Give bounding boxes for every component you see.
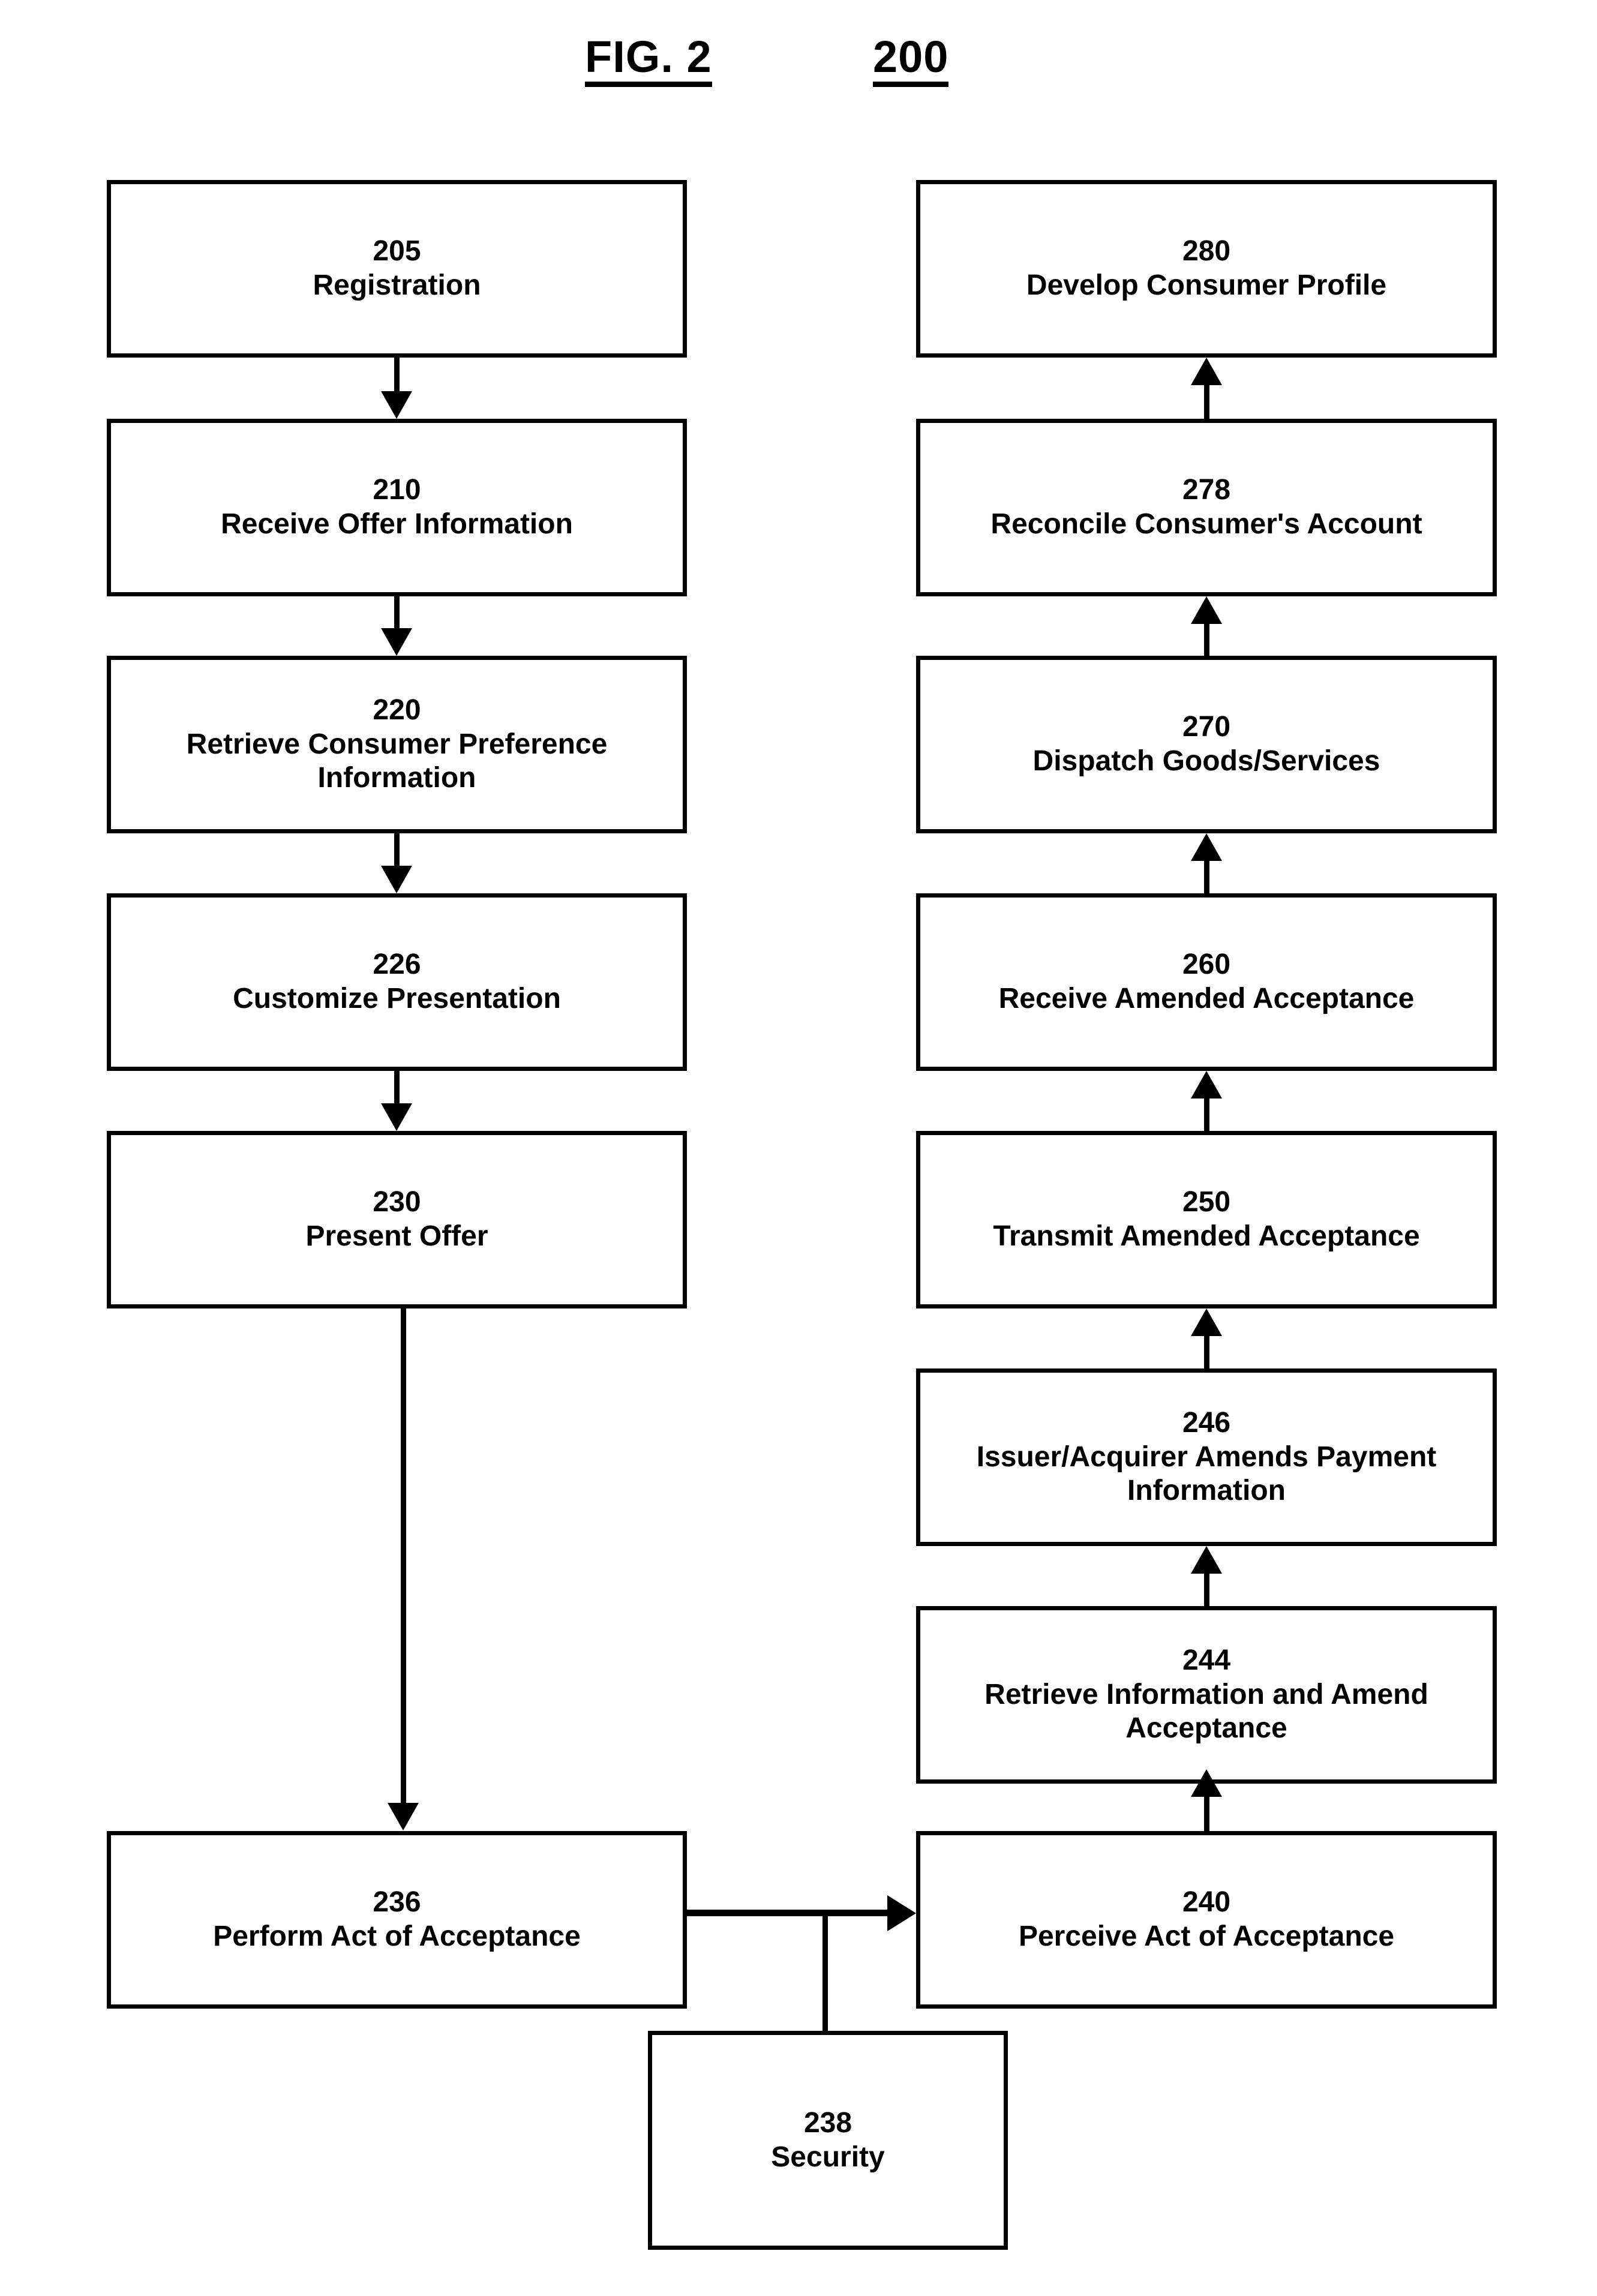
- flowchart-node-238[interactable]: 238 Security: [648, 2031, 1008, 2250]
- arrowhead-244-to-246: [1191, 1546, 1222, 1574]
- connector-205-to-210: [394, 358, 400, 395]
- node-label: Receive Amended Acceptance: [998, 983, 1415, 1015]
- node-label: Issuer/Acquirer Amends Payment Informati…: [976, 1440, 1437, 1507]
- node-number: 244: [1182, 1644, 1231, 1677]
- connector-230-to-236: [401, 1308, 406, 1805]
- connector-branch-to-238: [822, 1913, 828, 2033]
- node-label: Retrieve Information and Amend Acceptanc…: [984, 1678, 1428, 1745]
- node-label: Retrieve Consumer Preference Information: [186, 728, 608, 794]
- flowchart-node-240[interactable]: 240 Perceive Act of Acceptance: [916, 1831, 1497, 2009]
- flowchart-node-205[interactable]: 205 Registration: [107, 180, 687, 358]
- figure-title-row: FIG. 2 200: [0, 35, 1597, 101]
- node-number: 238: [803, 2106, 852, 2139]
- node-number: 205: [373, 235, 421, 268]
- arrowhead-240-to-244: [1191, 1769, 1222, 1797]
- node-number: 278: [1182, 474, 1231, 506]
- figure-number: 200: [873, 35, 949, 87]
- connector-236-to-240: [687, 1910, 891, 1916]
- connector-250-to-260: [1204, 1099, 1209, 1131]
- node-label: Present Offer: [305, 1220, 488, 1252]
- arrowhead-270-to-278: [1191, 596, 1222, 624]
- flowchart-node-270[interactable]: 270 Dispatch Goods/Services: [916, 656, 1497, 833]
- arrowhead-210-to-220: [381, 628, 412, 656]
- node-label: Receive Offer Information: [221, 508, 573, 540]
- connector-210-to-220: [394, 596, 400, 632]
- node-number: 250: [1182, 1186, 1231, 1218]
- flowchart-node-226[interactable]: 226 Customize Presentation: [107, 893, 687, 1071]
- connector-220-to-226: [394, 833, 400, 869]
- arrowhead-230-to-236: [388, 1803, 419, 1830]
- connector-240-to-244: [1204, 1797, 1209, 1831]
- node-number: 240: [1182, 1886, 1231, 1919]
- node-number: 210: [373, 474, 421, 506]
- node-label: Perform Act of Acceptance: [213, 1920, 581, 1952]
- node-number: 270: [1182, 711, 1231, 743]
- node-label: Security: [771, 2141, 885, 2173]
- arrowhead-205-to-210: [381, 391, 412, 419]
- connector-260-to-270: [1204, 861, 1209, 893]
- flowchart-node-230[interactable]: 230 Present Offer: [107, 1131, 687, 1308]
- connector-226-to-230: [394, 1071, 400, 1107]
- connector-244-to-246: [1204, 1574, 1209, 1606]
- node-number: 230: [373, 1186, 421, 1218]
- flowchart-node-280[interactable]: 280 Develop Consumer Profile: [916, 180, 1497, 358]
- node-label: Customize Presentation: [233, 983, 561, 1015]
- flowchart-node-250[interactable]: 250 Transmit Amended Acceptance: [916, 1131, 1497, 1308]
- node-number: 246: [1182, 1407, 1231, 1439]
- node-label: Develop Consumer Profile: [1026, 269, 1387, 301]
- figure-label: FIG. 2: [585, 35, 712, 87]
- flowchart-node-210[interactable]: 210 Receive Offer Information: [107, 419, 687, 596]
- node-label: Reconcile Consumer's Account: [990, 508, 1422, 540]
- arrowhead-220-to-226: [381, 866, 412, 893]
- arrowhead-246-to-250: [1191, 1308, 1222, 1336]
- arrowhead-250-to-260: [1191, 1071, 1222, 1099]
- node-number: 260: [1182, 949, 1231, 981]
- flowchart-node-236[interactable]: 236 Perform Act of Acceptance: [107, 1831, 687, 2009]
- node-label: Dispatch Goods/Services: [1032, 745, 1380, 777]
- connector-270-to-278: [1204, 624, 1209, 656]
- flowchart-node-244[interactable]: 244 Retrieve Information and Amend Accep…: [916, 1606, 1497, 1784]
- node-number: 236: [373, 1886, 421, 1919]
- arrowhead-278-to-280: [1191, 358, 1222, 385]
- connector-278-to-280: [1204, 385, 1209, 419]
- node-number: 226: [373, 949, 421, 981]
- flowchart-node-246[interactable]: 246 Issuer/Acquirer Amends Payment Infor…: [916, 1368, 1497, 1546]
- flowchart-node-278[interactable]: 278 Reconcile Consumer's Account: [916, 419, 1497, 596]
- node-number: 280: [1182, 235, 1231, 268]
- arrowhead-226-to-230: [381, 1103, 412, 1131]
- flowchart-node-260[interactable]: 260 Receive Amended Acceptance: [916, 893, 1497, 1071]
- node-label: Transmit Amended Acceptance: [993, 1220, 1420, 1252]
- arrowhead-260-to-270: [1191, 833, 1222, 861]
- connector-246-to-250: [1204, 1336, 1209, 1368]
- node-label: Perceive Act of Acceptance: [1018, 1920, 1395, 1952]
- node-label: Registration: [313, 269, 481, 301]
- node-number: 220: [373, 694, 421, 727]
- flowchart-node-220[interactable]: 220 Retrieve Consumer Preference Informa…: [107, 656, 687, 833]
- arrowhead-236-to-240: [887, 1895, 916, 1931]
